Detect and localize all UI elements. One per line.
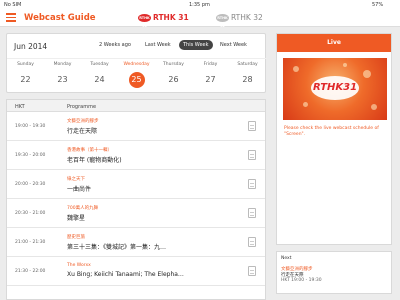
programme-row[interactable]: 21:00 - 21:30 歷史巨旅 第三十三集：《雙城記》第一集：九…	[7, 228, 265, 257]
carrier-label: No SIM	[4, 1, 22, 8]
month-label: Jun 2014	[14, 42, 48, 51]
programme-title: 老百年 (寵物商動化)	[67, 157, 122, 164]
programme-row[interactable]: 19:30 - 20:00 香港故事（第十一輯） 老百年 (寵物商動化)	[7, 141, 265, 170]
two-weeks-ago-button[interactable]: 2 Weeks ago	[99, 42, 131, 48]
day-wednesday[interactable]: Wednesday 25	[118, 59, 155, 88]
programme-series: 香港故事（第十一輯）	[67, 148, 112, 153]
live-schedule-message[interactable]: Please check the live webcast schedule o…	[284, 126, 388, 138]
programme-series: 歷史巨旅	[67, 235, 85, 240]
add-reminder-icon[interactable]	[248, 237, 256, 247]
clock: 1:35 pm	[189, 1, 210, 8]
status-bar: No SIM 1:35 pm 57%	[0, 0, 400, 9]
next-time: HKT 19:00 - 19:30	[281, 278, 322, 283]
day-strip: Sunday 22 Monday 23 Tuesday 24 Wednesday…	[7, 58, 267, 92]
this-week-button[interactable]: This Week	[179, 40, 213, 50]
add-reminder-icon[interactable]	[248, 266, 256, 276]
channel-tab-rthk31[interactable]: RTHK 31	[153, 13, 189, 22]
week-calendar: Jun 2014 2 Weeks ago Last Week This Week…	[6, 33, 267, 93]
add-reminder-icon[interactable]	[248, 208, 256, 218]
programme-time: 19:30 - 20:00	[15, 153, 46, 158]
day-tuesday[interactable]: Tuesday 24	[81, 59, 118, 88]
programme-title: Xu Bing; Keiichi Tanaami; The Elepha…	[67, 271, 184, 278]
day-friday[interactable]: Friday 27	[192, 59, 229, 88]
programme-row[interactable]: 21:30 - 22:00 The Worxx Xu Bing; Keiichi…	[7, 257, 265, 286]
rthk31-logo-icon[interactable]: RTHK 31	[138, 13, 151, 28]
day-name: Thursday	[163, 62, 184, 67]
add-reminder-icon[interactable]	[248, 121, 256, 131]
column-header-time: HKT	[15, 103, 25, 110]
programme-row[interactable]: 19:00 - 19:30 文藝亞洲的腳步 行走在天際	[7, 112, 265, 141]
next-programme-panel[interactable]: Next 文藝亞洲的腳步 行走在天際 HKT 19:00 - 19:30	[276, 251, 392, 294]
add-reminder-icon[interactable]	[248, 179, 256, 189]
next-label: Next	[281, 256, 292, 261]
battery-label: 57%	[372, 1, 384, 8]
day-name: Wednesday	[123, 62, 150, 67]
programme-list: HKT Programme 19:00 - 19:30 文藝亞洲的腳步 行走在天…	[6, 99, 266, 300]
day-name: Monday	[53, 62, 72, 67]
app-title: Webcast Guide	[24, 12, 96, 23]
channel-tab-rthk32[interactable]: RTHK 32	[231, 13, 263, 22]
day-name: Friday	[203, 62, 218, 67]
programme-list-header: HKT Programme	[7, 100, 265, 112]
programme-time: 21:00 - 21:30	[15, 240, 46, 245]
day-name: Sunday	[17, 62, 34, 67]
day-date: 24	[94, 75, 105, 84]
day-date-selected: 25	[128, 72, 145, 88]
programme-title: 第三十三集：《雙城記》第一集：九…	[67, 244, 167, 251]
programme-time: 20:00 - 20:30	[15, 182, 46, 187]
live-heading: Live	[277, 34, 391, 52]
programme-row[interactable]: 20:30 - 21:00 700萬人的九舞 魏擎星	[7, 199, 265, 228]
live-panel: Live RTHK31 Please check the live webcas…	[276, 33, 392, 245]
programme-row[interactable]: 20:00 - 20:30 綠之天下 一曲尚件	[7, 170, 265, 199]
programme-title: 行走在天際	[67, 128, 98, 135]
programme-time: 20:30 - 21:00	[15, 211, 46, 216]
programme-title: 一曲尚件	[67, 186, 92, 193]
day-date: 22	[20, 75, 31, 84]
rthk31-logo-icon: RTHK31	[311, 76, 359, 100]
day-saturday[interactable]: Saturday 28	[229, 59, 266, 88]
column-header-programme: Programme	[67, 103, 97, 110]
day-name: Saturday	[237, 62, 258, 67]
add-reminder-icon[interactable]	[248, 150, 256, 160]
last-week-button[interactable]: Last Week	[145, 42, 171, 48]
day-monday[interactable]: Monday 23	[44, 59, 81, 88]
day-thursday[interactable]: Thursday 26	[155, 59, 192, 88]
day-sunday[interactable]: Sunday 22	[7, 59, 44, 88]
live-preview-image[interactable]: RTHK31	[283, 58, 387, 120]
day-date: 28	[242, 75, 253, 84]
programme-series: 綠之天下	[67, 177, 85, 182]
app-header: Webcast Guide RTHK 31 RTHK 31 RTHK 32 RT…	[0, 9, 400, 28]
day-date: 23	[57, 75, 68, 84]
day-date: 27	[205, 75, 216, 84]
day-date: 26	[168, 75, 179, 84]
programme-time: 19:00 - 19:30	[15, 124, 46, 129]
programme-series: 文藝亞洲的腳步	[67, 119, 99, 124]
programme-series: 700萬人的九舞	[67, 206, 99, 211]
programme-series: The Worxx	[67, 263, 91, 268]
programme-title: 魏擎星	[67, 215, 86, 222]
programme-time: 21:30 - 22:00	[15, 269, 46, 274]
next-week-button[interactable]: Next Week	[220, 42, 247, 48]
rthk32-logo-icon[interactable]: RTHK 32	[216, 13, 229, 28]
hamburger-menu-icon[interactable]	[6, 13, 16, 22]
day-name: Tuesday	[90, 62, 109, 67]
